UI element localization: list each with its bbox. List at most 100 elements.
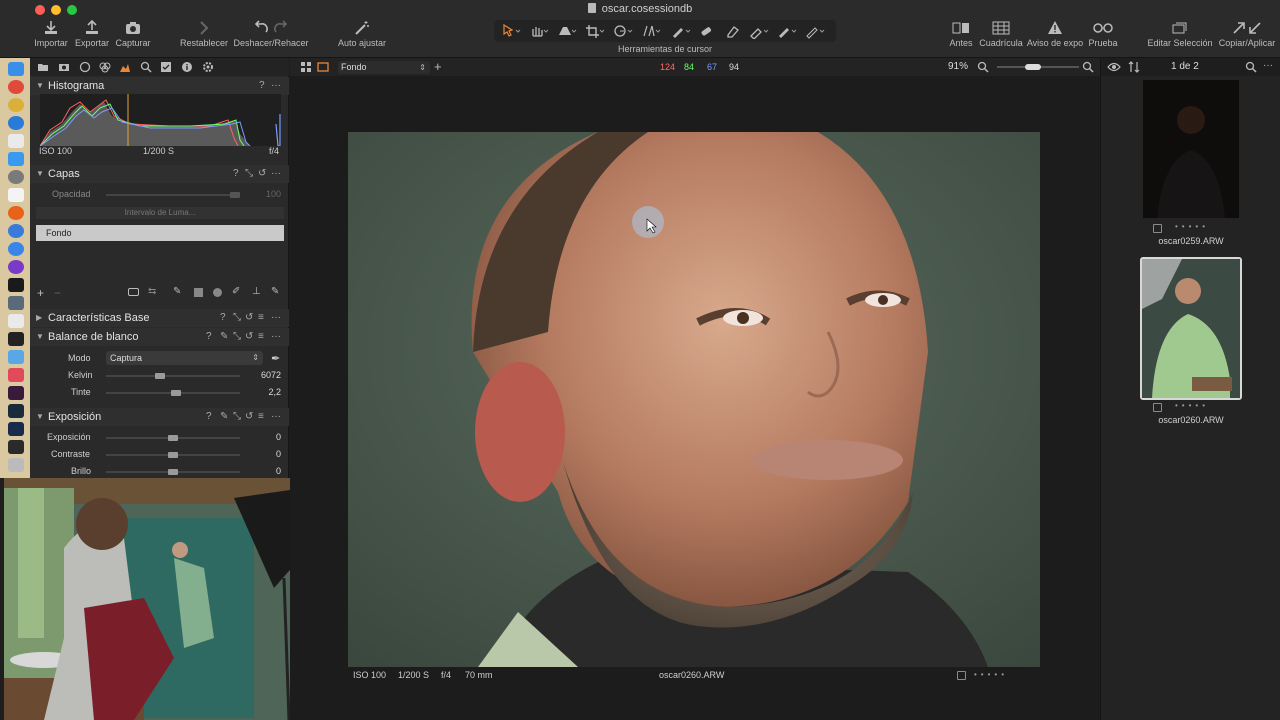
list-icon[interactable]: ≡ bbox=[258, 411, 264, 422]
contrast-value[interactable]: 0 bbox=[241, 449, 281, 459]
exposure-warning-button[interactable]: Aviso de expo bbox=[1026, 20, 1084, 48]
more-icon[interactable]: ··· bbox=[271, 312, 281, 323]
before-button[interactable]: Antes bbox=[944, 20, 978, 48]
more-icon[interactable]: ··· bbox=[271, 331, 281, 342]
reset-icon[interactable]: ↺ bbox=[245, 331, 253, 342]
trash-icon[interactable] bbox=[8, 458, 24, 472]
layers-header[interactable]: ▼ Capas ? ⤡ ↺ ··· bbox=[30, 165, 289, 183]
expand-arrow-icon[interactable]: ▶ bbox=[36, 313, 42, 322]
pencil-icon[interactable]: ✎ bbox=[220, 331, 228, 342]
edit-selection-button[interactable]: Editar Selección bbox=[1146, 20, 1214, 48]
list-icon[interactable]: ≡ bbox=[258, 331, 264, 342]
select-cursor-icon[interactable] bbox=[500, 23, 522, 39]
appstore-icon[interactable] bbox=[8, 152, 24, 166]
reset-icon[interactable]: ↺ bbox=[245, 312, 253, 323]
more-icon[interactable]: ··· bbox=[271, 168, 281, 179]
histogram-header[interactable]: ▼ Histograma ? ··· bbox=[30, 77, 289, 95]
proof-button[interactable]: Prueba bbox=[1086, 20, 1120, 48]
portrait-photo[interactable] bbox=[348, 132, 1040, 667]
rating-stars[interactable]: ••••• bbox=[974, 670, 1008, 679]
crop-icon[interactable] bbox=[584, 23, 606, 39]
collapse-arrow-icon[interactable]: ▼ bbox=[36, 412, 44, 421]
exposure-tab-icon[interactable] bbox=[119, 61, 131, 73]
pin-icon[interactable]: ⤡ bbox=[233, 411, 241, 422]
reset-icon[interactable]: ↺ bbox=[258, 168, 266, 179]
search-icon[interactable] bbox=[1245, 61, 1257, 73]
copy-apply-button[interactable]: Copiar/Aplicar bbox=[1217, 20, 1277, 48]
reset-button[interactable]: Restablecer bbox=[180, 20, 228, 48]
help-icon[interactable]: ? bbox=[206, 331, 212, 342]
preview-icon[interactable] bbox=[8, 296, 24, 310]
more-icon[interactable]: ··· bbox=[271, 411, 281, 422]
help-icon[interactable]: ? bbox=[206, 411, 212, 422]
brightness-value[interactable]: 0 bbox=[241, 466, 281, 476]
exposure-value[interactable]: 0 bbox=[241, 432, 281, 442]
heal-icon[interactable] bbox=[698, 23, 720, 39]
list-icon[interactable]: ≡ bbox=[258, 312, 264, 323]
base-characteristics-header[interactable]: ▶ Características Base ? ⤡ ↺ ≡ ··· bbox=[30, 309, 289, 327]
capture-one-icon[interactable] bbox=[8, 278, 24, 292]
grid-view-icon[interactable] bbox=[300, 61, 312, 73]
zoom-slider-knob[interactable] bbox=[1025, 64, 1041, 70]
exposure-slider-knob[interactable] bbox=[168, 435, 178, 441]
auto-adjust-button[interactable]: Auto ajustar bbox=[336, 20, 388, 48]
erase-icon[interactable]: ✎ bbox=[271, 286, 279, 297]
finder-icon[interactable] bbox=[8, 62, 24, 76]
firefox-icon[interactable] bbox=[8, 206, 24, 220]
slack-icon[interactable] bbox=[8, 386, 24, 400]
capture-button[interactable]: Capturar bbox=[114, 20, 152, 48]
import-button[interactable]: Importar bbox=[33, 20, 69, 48]
adjustments-tab-icon[interactable] bbox=[160, 61, 172, 73]
opacity-slider-knob[interactable] bbox=[230, 192, 240, 198]
gradient-mask-icon[interactable] bbox=[194, 288, 203, 297]
layer-select[interactable]: Fondo ⇕ bbox=[338, 61, 430, 74]
chrome-icon[interactable] bbox=[8, 80, 24, 94]
kelvin-value[interactable]: 6072 bbox=[241, 370, 281, 380]
add-icon[interactable]: + bbox=[434, 59, 442, 74]
keystone-icon[interactable] bbox=[640, 23, 662, 39]
help-icon[interactable]: ? bbox=[233, 168, 239, 179]
settings-icon[interactable] bbox=[8, 170, 24, 184]
folder-tab-icon[interactable] bbox=[37, 61, 49, 73]
help-icon[interactable]: ? bbox=[220, 312, 226, 323]
picker-icon[interactable] bbox=[748, 23, 770, 39]
vscode-icon[interactable] bbox=[8, 260, 24, 274]
brush-icon[interactable] bbox=[670, 23, 692, 39]
eyedropper-icon[interactable]: ✒ bbox=[271, 352, 280, 365]
remove-layer-icon[interactable]: − bbox=[54, 286, 61, 300]
mail-icon[interactable] bbox=[8, 134, 24, 148]
rotate-icon[interactable] bbox=[612, 23, 634, 39]
camera-tab-icon[interactable] bbox=[58, 61, 70, 73]
help-icon[interactable]: ? bbox=[259, 80, 265, 91]
brush-mask-icon[interactable]: ✎ bbox=[173, 286, 181, 297]
pan-hand-icon[interactable] bbox=[528, 23, 550, 39]
collapse-arrow-icon[interactable]: ▼ bbox=[36, 169, 44, 178]
zoom-out-icon[interactable] bbox=[977, 61, 989, 73]
stamp-icon[interactable]: ⊥ bbox=[252, 286, 261, 297]
export-button[interactable]: Exportar bbox=[74, 20, 110, 48]
undo-redo-button[interactable]: Deshacer/Rehacer bbox=[233, 20, 309, 48]
thumbnail-checkbox[interactable] bbox=[1153, 224, 1162, 233]
viewer-select-checkbox[interactable] bbox=[957, 671, 966, 680]
thumbnail-checkbox[interactable] bbox=[1153, 403, 1162, 412]
metadata-tab-icon[interactable] bbox=[181, 61, 193, 73]
collapse-arrow-icon[interactable]: ▼ bbox=[36, 81, 44, 90]
kelvin-slider[interactable] bbox=[106, 375, 240, 377]
notes-icon[interactable] bbox=[8, 188, 24, 202]
pin-icon[interactable]: ⤡ bbox=[233, 331, 241, 342]
reset-icon[interactable]: ↺ bbox=[245, 411, 253, 422]
kelvin-slider-knob[interactable] bbox=[155, 373, 165, 379]
opacity-value[interactable]: 100 bbox=[241, 189, 281, 199]
thumbnail-item[interactable] bbox=[1143, 80, 1239, 218]
photos-icon[interactable] bbox=[8, 350, 24, 364]
tint-value[interactable]: 2,2 bbox=[241, 387, 281, 397]
loupe-icon[interactable] bbox=[556, 23, 578, 39]
view-mask-icon[interactable] bbox=[128, 288, 139, 296]
photoshop-icon[interactable] bbox=[8, 422, 24, 436]
pin-icon[interactable]: ⤡ bbox=[233, 312, 241, 323]
color-tab-icon[interactable] bbox=[99, 61, 111, 73]
pencil-icon[interactable]: ✎ bbox=[220, 411, 228, 422]
lens-tab-icon[interactable] bbox=[79, 61, 91, 73]
exposure-header[interactable]: ▼ Exposición ? ✎ ⤡ ↺ ≡ ··· bbox=[30, 408, 289, 426]
eraser-icon[interactable] bbox=[724, 23, 746, 39]
